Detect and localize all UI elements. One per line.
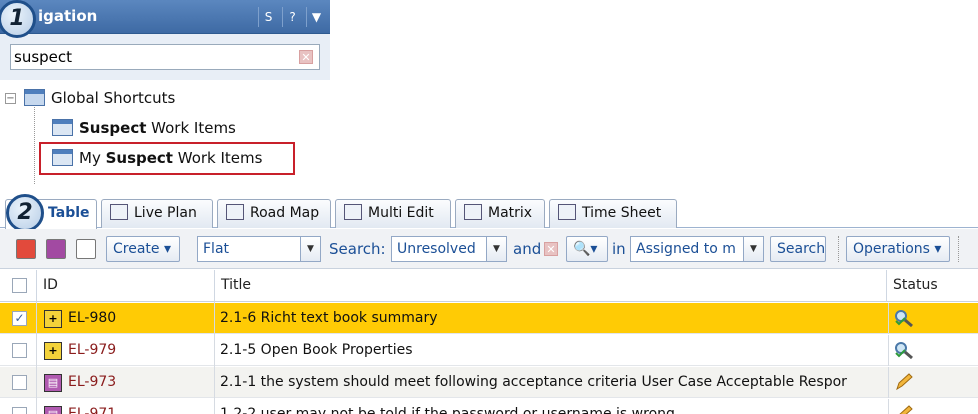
clear-filter-icon[interactable]: ✕ bbox=[544, 242, 558, 256]
tab-label: Time Sheet bbox=[582, 205, 662, 221]
matrix-icon bbox=[464, 204, 482, 220]
column-divider bbox=[214, 302, 215, 414]
search-label: Search: bbox=[329, 240, 386, 258]
search-check-status-icon bbox=[895, 342, 913, 360]
column-header-id[interactable]: ID bbox=[36, 270, 214, 302]
requirement-type-icon: + bbox=[44, 310, 62, 328]
tab-label: Live Plan bbox=[134, 205, 197, 221]
toolbar-separator bbox=[958, 236, 959, 262]
tree-item-label: Global Shortcuts bbox=[51, 89, 176, 107]
column-divider bbox=[36, 302, 37, 414]
column-header-status[interactable]: Status bbox=[886, 270, 978, 302]
clear-search-icon[interactable]: ✕ bbox=[299, 50, 313, 64]
search-check-status-icon bbox=[895, 310, 913, 328]
tab-live-plan[interactable]: Live Plan bbox=[101, 199, 213, 228]
table-row[interactable]: + EL-979 2.1-5 Open Book Properties bbox=[0, 335, 978, 366]
tree-item-bold-label: Suspect bbox=[79, 119, 147, 137]
work-items-table: ID Title Status ✓ + EL-980 2.1-6 Richt t… bbox=[0, 270, 978, 414]
assignee-filter-value: Assigned to m bbox=[636, 241, 736, 257]
roadmap-icon bbox=[226, 204, 244, 220]
refresh-icon[interactable]: S bbox=[258, 7, 278, 27]
status-filter-value: Unresolved bbox=[397, 241, 476, 257]
item-id[interactable]: EL-971 bbox=[68, 399, 116, 414]
clock-icon bbox=[558, 204, 576, 220]
status-filter-select[interactable]: Unresolved ▼ bbox=[391, 236, 507, 262]
row-checkbox[interactable] bbox=[12, 343, 27, 358]
delete-item-icon[interactable] bbox=[16, 239, 36, 259]
use-case-type-icon: ▤ bbox=[44, 406, 62, 414]
menu-chevron-icon[interactable]: ▼ bbox=[306, 7, 326, 27]
status-cell bbox=[888, 335, 978, 366]
table-row[interactable]: ✓ + EL-980 2.1-6 Richt text book summary bbox=[0, 303, 978, 334]
create-label: Create bbox=[113, 241, 160, 257]
chevron-down-icon: ▼ bbox=[300, 237, 320, 261]
tab-label: Multi Edit bbox=[368, 205, 434, 221]
query-icon bbox=[52, 119, 73, 136]
view-select-value: Flat bbox=[203, 241, 230, 257]
tab-matrix[interactable]: Matrix bbox=[455, 199, 545, 228]
step-badge-2: 2 bbox=[6, 194, 44, 232]
search-options-button[interactable]: 🔍▾ bbox=[566, 236, 608, 262]
item-id[interactable]: EL-973 bbox=[68, 367, 116, 398]
highlight-box bbox=[39, 142, 295, 175]
table-row[interactable]: ▤ EL-971 1.2-2 user may not be told if t… bbox=[0, 399, 978, 414]
navigation-search-box: ✕ bbox=[10, 44, 320, 70]
chevron-down-icon: ▼ bbox=[486, 237, 506, 261]
create-button[interactable]: Create ▾ bbox=[106, 236, 180, 262]
tab-label: Road Map bbox=[250, 205, 320, 221]
tab-road-map[interactable]: Road Map bbox=[217, 199, 331, 228]
item-id[interactable]: EL-980 bbox=[68, 303, 116, 334]
row-checkbox[interactable] bbox=[12, 407, 27, 414]
in-label: in bbox=[612, 240, 626, 258]
tab-multi-edit[interactable]: Multi Edit bbox=[335, 199, 451, 228]
and-label: and bbox=[513, 240, 542, 258]
new-item-icon[interactable] bbox=[46, 239, 66, 259]
tree-item-label: Work Items bbox=[146, 119, 236, 137]
status-cell bbox=[888, 303, 978, 334]
tab-time-sheet[interactable]: Time Sheet bbox=[549, 199, 677, 228]
table-row[interactable]: ▤ EL-973 2.1-1 the system should meet fo… bbox=[0, 367, 978, 398]
pencil-status-icon bbox=[899, 405, 913, 414]
assignee-filter-select[interactable]: Assigned to m ▼ bbox=[630, 236, 764, 262]
item-id[interactable]: EL-979 bbox=[68, 335, 116, 366]
requirement-type-icon: + bbox=[44, 342, 62, 360]
help-icon[interactable]: ? bbox=[282, 7, 302, 27]
item-title: 1.2-2 user may not be told if the passwo… bbox=[220, 406, 675, 414]
table-header: ID Title Status bbox=[0, 270, 978, 302]
column-header-title[interactable]: Title bbox=[214, 270, 888, 302]
navigation-header: igation S ? ▼ bbox=[0, 0, 330, 34]
operations-label: Operations bbox=[853, 241, 930, 257]
operations-button[interactable]: Operations ▾ bbox=[846, 236, 950, 262]
shortcuts-folder-icon bbox=[24, 89, 45, 106]
item-title: 2.1-6 Richt text book summary bbox=[220, 310, 438, 326]
use-case-type-icon: ▤ bbox=[44, 374, 62, 392]
row-checkbox[interactable]: ✓ bbox=[12, 311, 27, 326]
item-title: 2.1-5 Open Book Properties bbox=[220, 342, 413, 358]
toolbar: Create ▾ Flat ▼ Search: Unresolved ▼ and ✕… bbox=[0, 229, 978, 269]
view-tabs: Table Live Plan Road Map Multi Edit Matr… bbox=[0, 192, 978, 229]
item-title: 2.1-1 the system should meet following a… bbox=[220, 374, 847, 390]
select-all-checkbox[interactable] bbox=[12, 278, 27, 293]
status-cell bbox=[888, 367, 978, 398]
navigation-search-input[interactable] bbox=[14, 47, 284, 67]
multi-edit-icon bbox=[344, 204, 362, 220]
tab-label: Matrix bbox=[488, 205, 533, 221]
toolbar-separator bbox=[838, 236, 839, 262]
status-cell bbox=[888, 399, 978, 414]
chevron-down-icon: ▼ bbox=[743, 237, 763, 261]
row-checkbox[interactable] bbox=[12, 375, 27, 390]
tree-item-suspect-work-items[interactable]: Suspect Work Items bbox=[52, 116, 236, 140]
edit-item-icon[interactable] bbox=[76, 239, 96, 259]
tree-item-global-shortcuts[interactable]: Global Shortcuts bbox=[24, 86, 175, 110]
navigation-title: igation bbox=[38, 7, 98, 25]
search-button[interactable]: Search bbox=[770, 236, 826, 262]
gantt-icon bbox=[110, 204, 128, 220]
view-select[interactable]: Flat ▼ bbox=[197, 236, 321, 262]
pencil-status-icon bbox=[896, 373, 913, 391]
tree-connector bbox=[34, 104, 35, 184]
tree-collapse-icon[interactable]: − bbox=[5, 93, 16, 104]
navigation-panel: igation S ? ▼ ✕ bbox=[0, 0, 330, 80]
